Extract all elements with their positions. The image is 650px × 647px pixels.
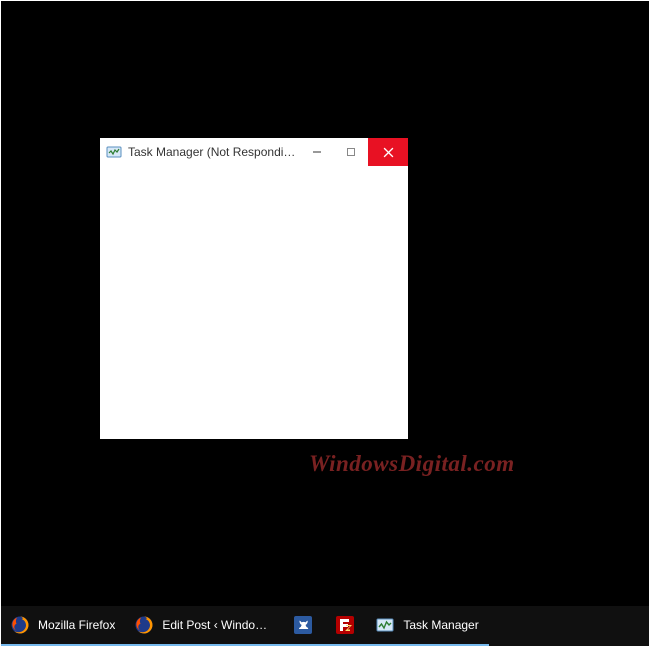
firefox-icon (133, 614, 155, 636)
taskbar: Mozilla Firefox Edit Post ‹ Window... Sn… (1, 606, 649, 646)
task-manager-icon (374, 614, 396, 636)
task-manager-icon (106, 144, 122, 160)
window-title: Task Manager (Not Responding) (128, 145, 300, 159)
task-manager-window: Task Manager (Not Responding) (100, 138, 408, 439)
taskbar-item-snagit[interactable]: Snagit (282, 606, 324, 646)
window-titlebar[interactable]: Task Manager (Not Responding) (100, 138, 408, 166)
taskbar-item-firefox-editpost[interactable]: Edit Post ‹ Window... (125, 606, 282, 646)
close-button[interactable] (368, 138, 408, 166)
taskbar-item-label: Edit Post ‹ Window... (162, 618, 272, 632)
taskbar-item-taskmanager[interactable]: Task Manager (366, 606, 488, 646)
firefox-icon (9, 614, 31, 636)
window-controls (300, 138, 408, 166)
taskbar-item-firefox[interactable]: Mozilla Firefox (1, 606, 125, 646)
watermark: WindowsDigital.com (309, 451, 515, 477)
taskbar-item-label: Mozilla Firefox (38, 618, 115, 632)
minimize-button[interactable] (300, 138, 334, 166)
filezilla-icon (334, 614, 356, 636)
snagit-icon (292, 614, 314, 636)
taskbar-item-filezilla[interactable]: FileZilla (324, 606, 366, 646)
taskbar-item-label: Task Manager (403, 618, 478, 632)
window-body (100, 166, 408, 439)
maximize-button[interactable] (334, 138, 368, 166)
desktop: Task Manager (Not Responding) WindowsDig… (1, 1, 649, 646)
